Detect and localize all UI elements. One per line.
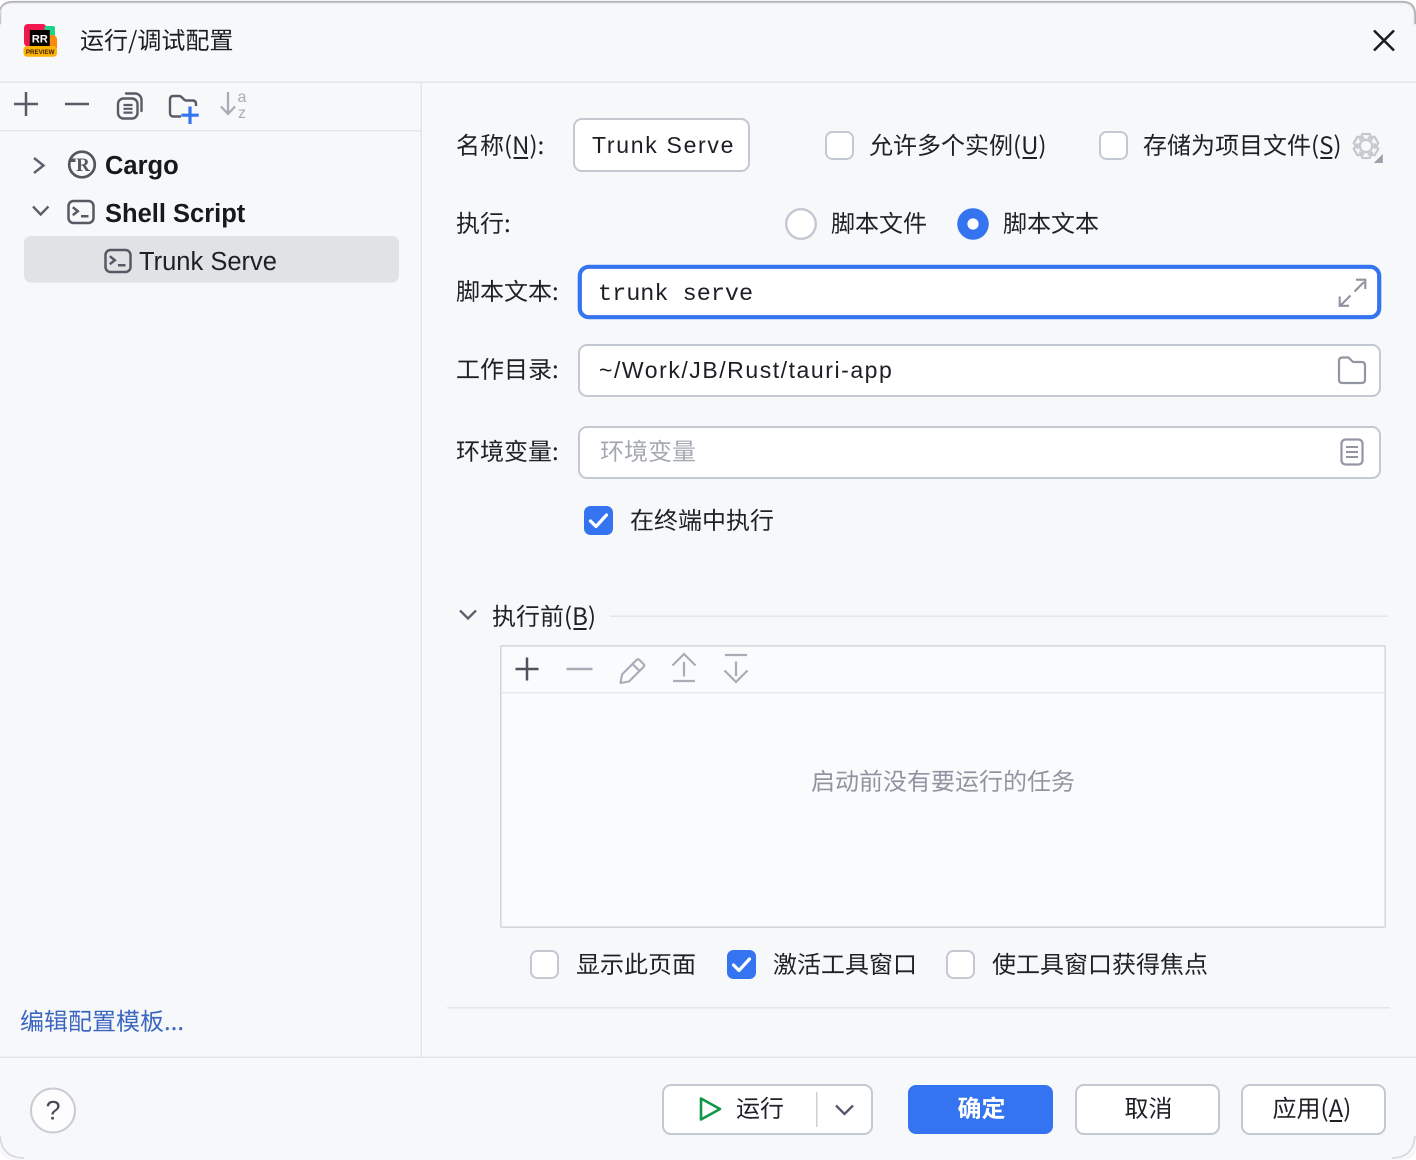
svg-text:Trunk Serve: Trunk Serve — [592, 132, 735, 158]
svg-text:a: a — [238, 89, 247, 106]
svg-text:~/Work/JB/Rust/tauri-app: ~/Work/JB/Rust/tauri-app — [599, 357, 893, 383]
svg-text:PREVIEW: PREVIEW — [26, 49, 55, 56]
svg-text:Shell Script: Shell Script — [105, 200, 246, 228]
svg-text:z: z — [238, 105, 246, 122]
svg-text:?: ? — [45, 1096, 60, 1126]
svg-text:R: R — [76, 155, 90, 176]
svg-text:Cargo: Cargo — [105, 152, 179, 180]
svg-text:trunk serve: trunk serve — [598, 281, 753, 308]
svg-text:Trunk Serve: Trunk Serve — [139, 248, 277, 276]
svg-text:RR: RR — [32, 34, 48, 46]
